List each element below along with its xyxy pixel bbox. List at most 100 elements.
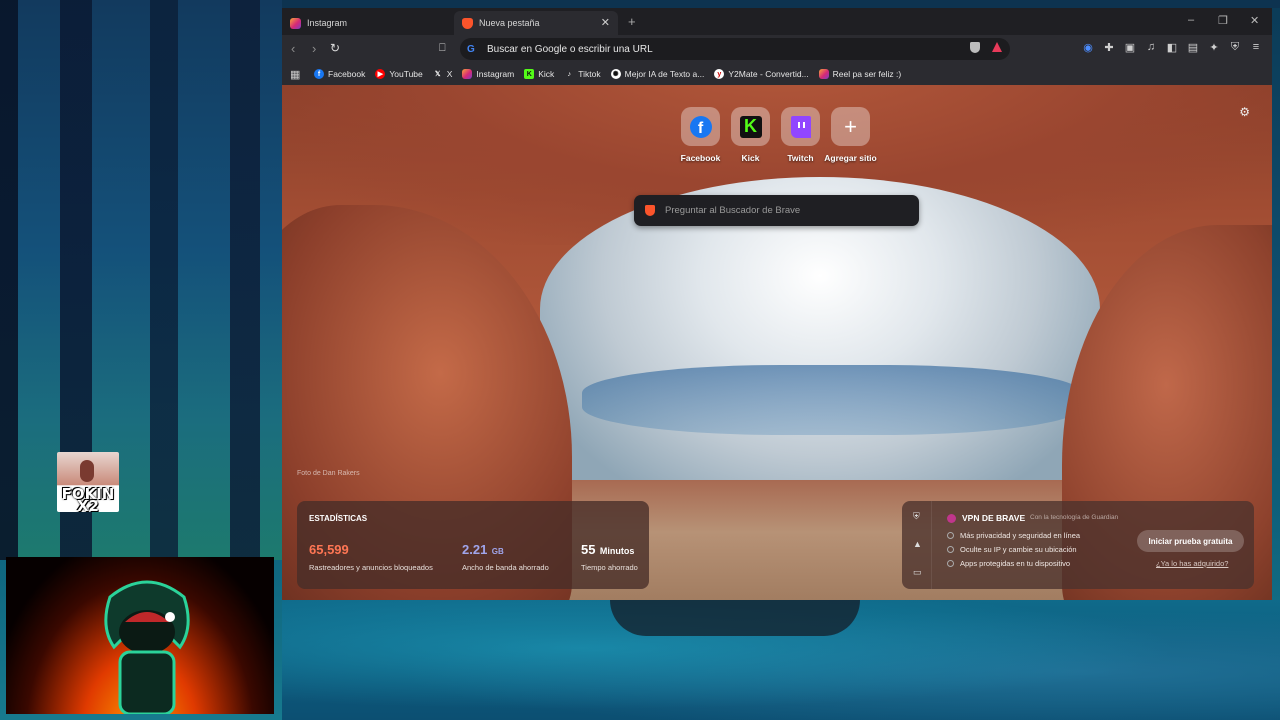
reload-icon[interactable]: ↻ xyxy=(330,41,340,55)
background-top xyxy=(282,0,1280,8)
toolbar-actions: ◉ ✚ ▣ ♫ ◧ ▤ ✦ ⛨ ≡ xyxy=(1082,41,1262,54)
top-site-facebook[interactable]: f Facebook xyxy=(681,107,720,163)
top-site-twitch[interactable]: Twitch xyxy=(781,107,820,163)
bookmark-youtube[interactable]: ▶ YouTube xyxy=(375,69,423,79)
facebook-icon: f xyxy=(314,69,324,79)
new-tab-page: ⚙ f Facebook K Kick Twitch + Agregar sit… xyxy=(282,85,1272,600)
stat-bandwidth: 2.21 GB Ancho de banda ahorrado xyxy=(462,542,549,572)
top-sites: f Facebook K Kick Twitch + Agregar sitio xyxy=(681,107,877,163)
leo-ai-icon[interactable]: ◉ xyxy=(1082,41,1094,54)
plus-icon: + xyxy=(844,113,857,139)
brave-icon xyxy=(462,17,473,29)
vpn-shield-icon[interactable]: ⛨ xyxy=(913,511,920,522)
vpn-feature: Más privacidad y seguridad en línea xyxy=(947,531,1080,540)
address-bar[interactable]: G Buscar en Google o escribir una URL xyxy=(460,38,1010,60)
youtube-icon: ▶ xyxy=(375,69,386,79)
tab-label: Nueva pestaña xyxy=(479,18,540,28)
bookmark-tiktok[interactable]: ♪ Tiktok xyxy=(564,69,601,79)
menu-icon[interactable]: ≡ xyxy=(1250,41,1262,54)
photo-credit[interactable]: Foto de Dan Rakers xyxy=(297,470,360,477)
vpn-shield-icon[interactable]: ⛨ xyxy=(1229,41,1241,54)
background-blue-sky xyxy=(582,365,1082,435)
x-icon: 𝕏 xyxy=(434,71,441,78)
background-character-shadow xyxy=(610,600,860,636)
talk-video-icon[interactable]: ▭ xyxy=(913,567,922,578)
wallet-icon[interactable]: ▤ xyxy=(1187,41,1199,54)
widget-switcher: ⛨ ▲ ▭ xyxy=(902,501,932,589)
extensions-icon[interactable]: ✚ xyxy=(1103,41,1115,54)
browser-window: Instagram Nueva pestaña ✕ + – ❐ ✕ ‹ › ↻ … xyxy=(282,8,1272,600)
stat-trackers: 65,599 Rastreadores y anuncios bloqueado… xyxy=(309,542,433,572)
ntp-settings-icon[interactable]: ⚙ xyxy=(1239,105,1250,119)
apps-grid-icon[interactable]: ▦ xyxy=(290,68,314,81)
check-icon xyxy=(947,532,954,539)
brave-rewards-icon[interactable] xyxy=(992,42,1002,52)
openai-icon: ✺ xyxy=(610,69,621,79)
twitch-icon xyxy=(790,115,811,138)
tiktok-icon: ♪ xyxy=(567,70,572,78)
ai-sparkle-icon[interactable]: ✦ xyxy=(1208,41,1220,54)
instagram-icon xyxy=(462,69,473,79)
badge-text: FOKIN X2 xyxy=(61,485,115,513)
bookmark-instagram[interactable]: Instagram xyxy=(462,69,514,79)
check-icon xyxy=(947,560,954,567)
y2mate-icon: y xyxy=(714,69,725,79)
vpn-logo-icon xyxy=(947,513,956,523)
new-tab-button[interactable]: + xyxy=(628,14,636,29)
instagram-icon xyxy=(290,17,301,29)
tab-strip: Instagram Nueva pestaña ✕ + – ❐ ✕ xyxy=(282,8,1272,35)
bookmarks-bar: ▦ f Facebook ▶ YouTube 𝕏 X Instagram K K… xyxy=(282,63,1272,85)
music-icon[interactable]: ♫ xyxy=(1145,41,1157,54)
vpn-title: VPN DE BRAVE xyxy=(947,513,1025,523)
brave-shields-icon[interactable] xyxy=(970,42,980,53)
brave-search-box[interactable]: Preguntar al Buscador de Brave xyxy=(634,195,919,226)
screenshot-icon[interactable]: ▣ xyxy=(1124,41,1136,54)
vpn-feature: Apps protegidas en tu dispositivo xyxy=(947,559,1080,568)
check-icon xyxy=(947,546,954,553)
bookmark-reel[interactable]: Reel pa ser feliz :) xyxy=(818,69,901,79)
bookmark-x[interactable]: 𝕏 X xyxy=(433,69,453,79)
vpn-widget: ⛨ ▲ ▭ VPN DE BRAVE Con la tecnología de … xyxy=(902,501,1254,589)
tab-instagram[interactable]: Instagram xyxy=(282,11,450,35)
address-bar-text: Buscar en Google o escribir una URL xyxy=(487,43,653,55)
close-tab-icon[interactable]: ✕ xyxy=(601,16,610,29)
bookmark-kick[interactable]: K Kick xyxy=(524,69,554,79)
close-window-icon[interactable]: ✕ xyxy=(1250,14,1259,27)
vpn-feature: Oculte su IP y cambie su ubicación xyxy=(947,545,1080,554)
instagram-icon xyxy=(818,69,829,79)
vpn-feature-list: Más privacidad y seguridad en línea Ocul… xyxy=(947,531,1080,573)
stat-time: 55 Minutos Tiempo ahorrado xyxy=(581,542,638,572)
stats-widget: ESTADÍSTICAS 65,599 Rastreadores y anunc… xyxy=(297,501,649,589)
add-site-button[interactable]: + Agregar sitio xyxy=(824,107,877,163)
back-icon[interactable]: ‹ xyxy=(291,41,295,56)
streamer-badge: FOKIN X2 xyxy=(57,452,119,512)
vtuber-avatar xyxy=(104,580,190,714)
facebook-icon: f xyxy=(689,115,712,138)
bookmark-ia-texto[interactable]: ✺ Mejor IA de Texto a... xyxy=(610,69,704,79)
tab-new-tab[interactable]: Nueva pestaña ✕ xyxy=(454,11,618,35)
kick-icon: K xyxy=(739,115,762,138)
badge-avatar-image xyxy=(80,460,94,482)
bookmark-icon[interactable]: ⎕ xyxy=(439,42,446,55)
tab-label: Instagram xyxy=(307,18,348,28)
restore-icon[interactable]: ❐ xyxy=(1218,14,1228,27)
vpn-already-purchased-link[interactable]: ¿Ya lo has adquirido? xyxy=(1156,559,1228,568)
brave-icon xyxy=(645,205,655,216)
vpn-start-trial-button[interactable]: Iniciar prueba gratuita xyxy=(1137,530,1244,552)
stats-heading: ESTADÍSTICAS xyxy=(309,514,368,523)
search-placeholder: Preguntar al Buscador de Brave xyxy=(665,205,801,216)
toolbar: ‹ › ↻ ⎕ G Buscar en Google o escribir un… xyxy=(282,35,1272,63)
background-sky xyxy=(540,177,1100,507)
top-site-kick[interactable]: K Kick xyxy=(731,107,770,163)
kick-icon: K xyxy=(524,69,535,79)
sidebar-icon[interactable]: ◧ xyxy=(1166,41,1178,54)
webcam-overlay xyxy=(6,557,274,714)
forward-icon[interactable]: › xyxy=(312,41,316,56)
bookmark-facebook[interactable]: f Facebook xyxy=(314,69,365,79)
rewards-triangle-icon[interactable]: ▲ xyxy=(913,539,922,549)
google-icon: G xyxy=(467,43,475,55)
vpn-powered-by: Con la tecnología de Guardian xyxy=(1030,514,1119,521)
minimize-icon[interactable]: – xyxy=(1188,14,1194,26)
background-forest xyxy=(0,0,282,560)
bookmark-y2mate[interactable]: y Y2Mate - Convertid... xyxy=(714,69,809,79)
